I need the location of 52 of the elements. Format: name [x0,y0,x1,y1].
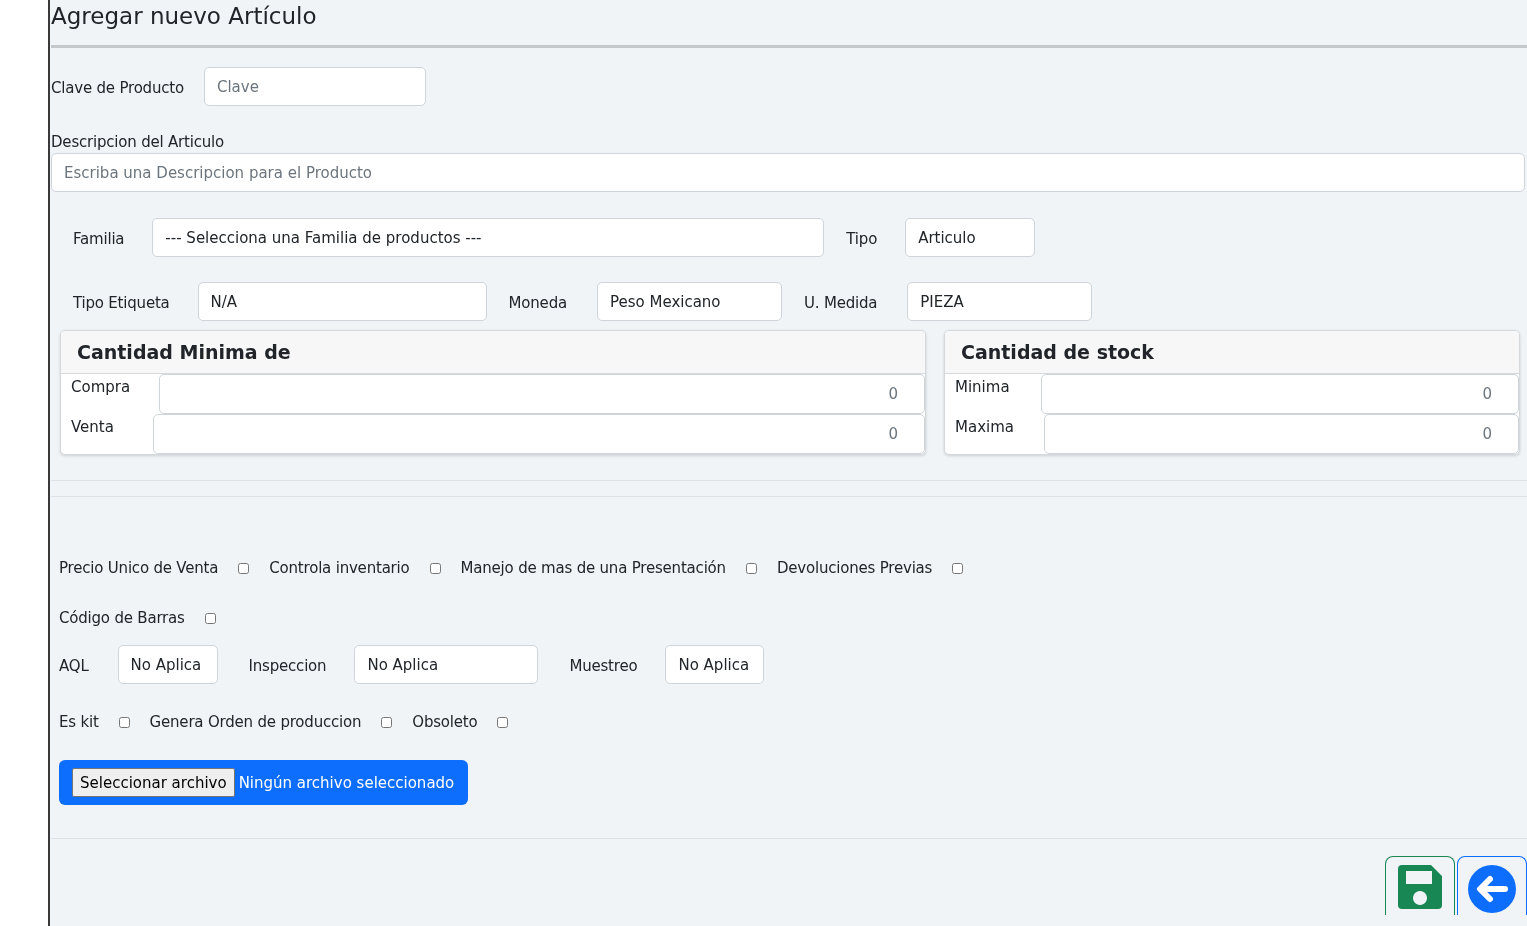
number-field[interactable]: 0 [153,414,925,454]
select-field[interactable]: --- Selecciona una Familia de productos --- [152,218,825,257]
number-field[interactable]: 0 [1044,414,1519,454]
input-field[interactable]: Clave [203,67,426,106]
field-label: Compra [70,377,132,398]
input-field[interactable]: PIEZA [907,282,1093,321]
checkbox[interactable] [745,562,757,574]
field-label: Maxima [954,417,1015,438]
checkbox-label: Controla inventario [269,559,410,577]
field-label: AQL [59,656,89,675]
input-field[interactable]: Articulo [905,218,1036,257]
checkbox[interactable] [204,612,216,624]
file-input[interactable]: Seleccionar archivo Ningún archivo seleccionado [59,760,469,805]
file-status: Ningún archivo seleccionado [238,773,455,792]
checkbox[interactable] [238,562,250,574]
checkbox[interactable] [497,716,509,728]
back-button[interactable] [1457,856,1527,915]
checkbox[interactable] [952,562,964,574]
checkbox-label: Código de Barras [59,609,185,627]
input-field[interactable]: N/A [197,282,487,321]
checkbox-label: Devoluciones Previas [776,559,933,577]
number-field[interactable]: 0 [159,374,925,414]
checkbox[interactable] [429,562,441,574]
select-field[interactable]: No Aplica [665,645,765,684]
field-label: Tipo Etiqueta [73,293,170,312]
select-field[interactable]: No Aplica [117,645,218,684]
checkbox[interactable] [381,716,393,728]
field-label: Clave de Producto [51,78,184,97]
checkbox-label: Manejo de mas de una Presentación [460,559,726,577]
field-label: Muestreo [569,656,638,675]
number-field[interactable]: 0 [1041,374,1519,414]
select-field[interactable]: No Aplica [354,645,539,684]
checkbox-label: Obsoleto [412,713,478,731]
checkbox[interactable] [118,716,130,728]
field-label: Moneda [508,293,567,312]
checkbox-label: Genera Orden de produccion [149,713,362,731]
field-label: Venta [70,417,115,438]
field-label: Descripcion del Articulo [51,133,226,153]
field-label: U. Medida [803,293,878,312]
panel-title: Cantidad de stock [945,331,1519,374]
panel-title: Cantidad Minima de [61,331,925,374]
description-field[interactable]: Escriba una Descripcion para el Producto [51,153,1525,192]
page-title: Agregar nuevo Artículo [51,0,1527,48]
input-field[interactable]: Peso Mexicano [596,282,782,321]
field-label: Minima [954,377,1011,398]
checkbox-label: Es kit [59,713,99,731]
save-button[interactable] [1385,856,1455,915]
field-label: Tipo [846,229,878,248]
field-label: Familia [73,229,125,248]
field-label: Inspeccion [248,656,327,675]
choose-file-button[interactable]: Seleccionar archivo [72,768,235,797]
checkbox-label: Precio Unico de Venta [59,559,219,577]
